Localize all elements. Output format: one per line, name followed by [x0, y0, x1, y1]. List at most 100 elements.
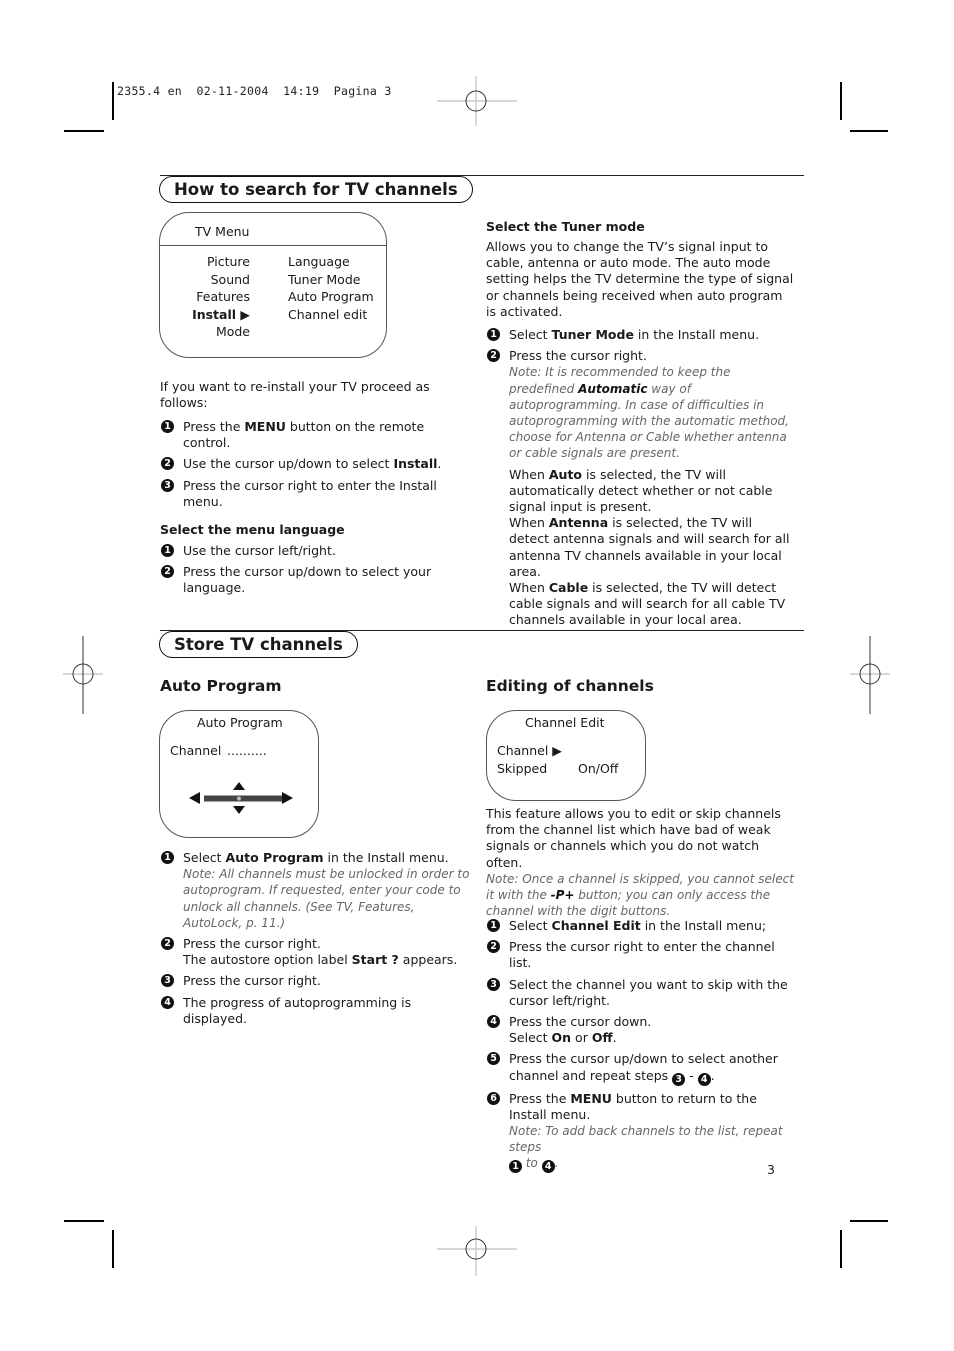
step-number: 2	[487, 349, 500, 363]
step-number: 1	[161, 420, 174, 433]
crop-mark	[112, 1230, 114, 1268]
step-number: 2	[161, 457, 174, 471]
step-item: 3 Press the cursor right to enter the Ins…	[160, 478, 450, 510]
step-number: 3	[161, 478, 174, 492]
crop-mark	[840, 1230, 842, 1268]
print-header: 2355.4 en 02-11-2004 14:19 Pagina 3	[117, 84, 392, 98]
tuner-steps: 1 Select Tuner Mode in the Install menu. …	[486, 327, 796, 634]
step-number: 1	[487, 919, 500, 932]
channel-label: Channel	[170, 743, 222, 758]
step-number: 3	[161, 974, 174, 988]
tuner-heading: Select the Tuner mode	[486, 219, 645, 234]
step-number: 2	[487, 940, 500, 954]
step-item: 1 Use the cursor left/right.	[160, 543, 440, 559]
language-heading: Select the menu language	[160, 522, 345, 537]
tv-menu-item[interactable]: Mode	[170, 323, 250, 341]
arrow-down-icon	[233, 806, 245, 814]
step-number: 4	[161, 995, 174, 1009]
page-number: 3	[767, 1162, 775, 1177]
step-item: 2 Press the cursor right. Note: It is rec…	[486, 348, 796, 628]
step-item: 4 Press the cursor down. Select On or Off.	[486, 1014, 798, 1046]
step-number: 2	[161, 565, 174, 579]
editing-heading: Editing of channels	[486, 677, 654, 695]
step-item: 5 Press the cursor up/down to select anot…	[486, 1051, 798, 1086]
page-label: Pagina 3	[333, 84, 392, 98]
step-ref: 4	[541, 1160, 555, 1174]
tv-menu-item[interactable]: Sound	[170, 271, 250, 289]
mode-description: When Cable is selected, the TV will dete…	[509, 580, 786, 628]
mode-description: When Auto is selected, the TV will autom…	[509, 466, 773, 515]
reinstall-intro: If you want to re-install your TV procee…	[160, 379, 430, 411]
skipped-value[interactable]: On/Off	[578, 761, 618, 776]
step-item: 2 Press the cursor right. The autostore op…	[160, 936, 470, 968]
tv-submenu-item[interactable]: Channel edit	[288, 306, 374, 324]
tv-submenu-item[interactable]: Tuner Mode	[288, 271, 374, 289]
tuner-intro: Allows you to change the TV’s signal inp…	[486, 239, 794, 319]
step-number: 5	[487, 1052, 500, 1066]
section-title-store: Store TV channels	[159, 631, 358, 658]
tv-menu-item-selected[interactable]: Install ▶	[170, 306, 250, 324]
tv-menu-left-list: Picture Sound Features Install ▶ Mode	[170, 253, 250, 341]
channel-edit-title: Channel Edit	[525, 715, 605, 730]
section-title-search: How to search for TV channels	[159, 176, 473, 203]
tuner-note: Note: It is recommended to keep the pred…	[509, 365, 789, 461]
step-item: 2 Press the cursor up/down to select your…	[160, 564, 440, 596]
registration-mark-icon	[850, 636, 890, 714]
crop-mark	[64, 130, 104, 132]
tv-menu-right-list: Language Tuner Mode Auto Program Channel…	[288, 253, 374, 323]
channel-edit-row-skipped[interactable]: Skipped	[497, 761, 547, 776]
step-number: 6	[487, 1091, 500, 1105]
job-id: 2355.4 en	[117, 84, 183, 98]
step-ref: 4	[697, 1072, 711, 1086]
editing-intro: This feature allows you to edit or skip …	[486, 806, 794, 919]
step-ref: 1	[509, 1160, 522, 1174]
step-number: 2	[161, 937, 174, 951]
auto-program-heading: Auto Program	[160, 677, 282, 695]
step-item: 1 Select Tuner Mode in the Install menu.	[486, 327, 796, 343]
step-item: 1 Press the MENU button on the remote con…	[160, 419, 450, 451]
auto-program-note: Note: All channels must be unlocked in o…	[183, 867, 470, 930]
editing-steps: 1 Select Channel Edit in the Install menu…	[486, 918, 798, 1178]
arrow-left-icon	[189, 792, 200, 804]
step-item: 1 Select Channel Edit in the Install menu…	[486, 918, 798, 934]
step-ref: 3	[672, 1072, 686, 1086]
language-steps: 1 Use the cursor left/right. 2 Press the c…	[160, 543, 440, 602]
step-item: 3 Press the cursor right.	[160, 973, 470, 989]
auto-program-steps: 1 Select Auto Program in the Install menu…	[160, 850, 470, 1032]
arrow-right-icon	[282, 792, 293, 804]
step-number: 1	[161, 544, 174, 557]
step-item: 6 Press the MENU button to return to the …	[486, 1091, 798, 1174]
step-item: 1 Select Auto Program in the Install menu…	[160, 850, 470, 931]
crop-mark	[64, 1220, 104, 1222]
editing-return-note: Note: To add back channels to the list, …	[509, 1124, 783, 1174]
crop-mark	[840, 82, 842, 120]
registration-mark-icon	[437, 1226, 517, 1276]
step-number: 4	[487, 1015, 500, 1029]
crop-mark	[112, 82, 114, 120]
tv-submenu-item[interactable]: Auto Program	[288, 288, 374, 306]
tv-menu-divider	[160, 245, 386, 246]
arrow-up-icon	[233, 782, 245, 790]
tv-menu-item[interactable]: Features	[170, 288, 250, 306]
tv-submenu-item[interactable]: Language	[288, 253, 374, 271]
step-item: 2 Press the cursor right to enter the cha…	[486, 939, 798, 971]
progress-bar	[204, 795, 283, 802]
progress-marker	[237, 796, 241, 801]
step-number: 1	[161, 851, 174, 864]
step-item: 2 Use the cursor up/down to select Instal…	[160, 456, 450, 472]
print-time: 14:19	[283, 84, 320, 98]
tv-menu-title: TV Menu	[195, 224, 250, 239]
crop-mark	[850, 130, 888, 132]
step-item: 4 The progress of autoprogramming is disp…	[160, 995, 470, 1027]
channel-edit-row-channel[interactable]: Channel ▶	[497, 743, 562, 758]
channel-value: ..........	[227, 743, 267, 758]
print-date: 02-11-2004	[196, 84, 269, 98]
tuner-modes: When Auto is selected, the TV will autom…	[509, 467, 796, 629]
tv-menu-item[interactable]: Picture	[170, 253, 250, 271]
step-number: 1	[487, 328, 500, 341]
step-item: 3 Select the channel you want to skip wit…	[486, 977, 798, 1009]
step-number: 3	[487, 977, 500, 991]
reinstall-steps: 1 Press the MENU button on the remote con…	[160, 419, 450, 515]
registration-mark-icon	[437, 76, 517, 126]
mode-description: When Antenna is selected, the TV will de…	[509, 515, 790, 579]
